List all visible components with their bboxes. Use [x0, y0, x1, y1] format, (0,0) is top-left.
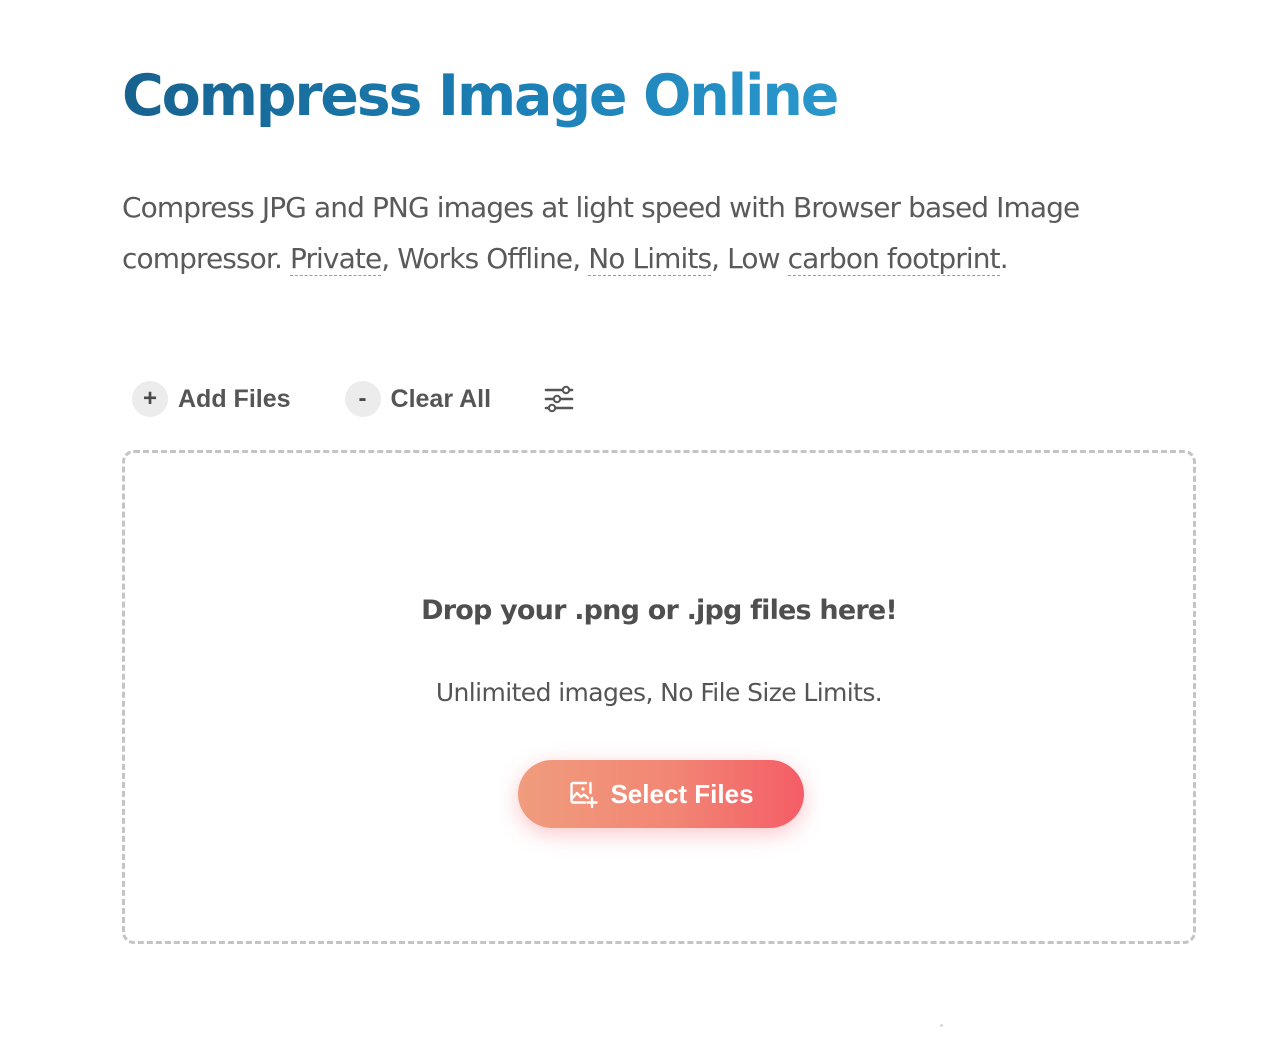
feature-private-tooltip[interactable]: Private [289, 242, 382, 276]
file-dropzone[interactable]: Drop your .png or .jpg files here! Unlim… [122, 450, 1196, 944]
plus-icon: + [132, 381, 168, 417]
settings-button[interactable] [543, 383, 575, 415]
clear-all-button[interactable]: - Clear All [344, 381, 492, 417]
sliders-icon [544, 385, 574, 413]
page-title: Compress Image Online [122, 58, 839, 134]
decorative-dot [940, 1024, 943, 1027]
toolbar: + Add Files - Clear All [132, 378, 575, 420]
dropzone-title: Drop your .png or .jpg files here! [421, 595, 898, 626]
feature-no-limits-tooltip[interactable]: No Limits [588, 242, 712, 276]
minus-icon: - [344, 381, 381, 417]
intro-paragraph: Compress JPG and PNG images at light spe… [122, 182, 1182, 284]
add-files-button[interactable]: + Add Files [132, 381, 291, 417]
dropzone-subtitle: Unlimited images, No File Size Limits. [435, 678, 883, 707]
add-image-icon [568, 779, 599, 809]
intro-separator: , Works Offline, [381, 242, 589, 275]
select-files-label: Select Files [610, 778, 754, 809]
add-files-label: Add Files [178, 384, 291, 413]
intro-end: . [999, 242, 1009, 275]
clear-all-label: Clear All [390, 384, 492, 413]
select-files-button[interactable]: Select Files [518, 760, 804, 828]
intro-separator: , Low [711, 242, 788, 275]
feature-carbon-footprint-tooltip[interactable]: carbon footprint [787, 242, 1001, 276]
